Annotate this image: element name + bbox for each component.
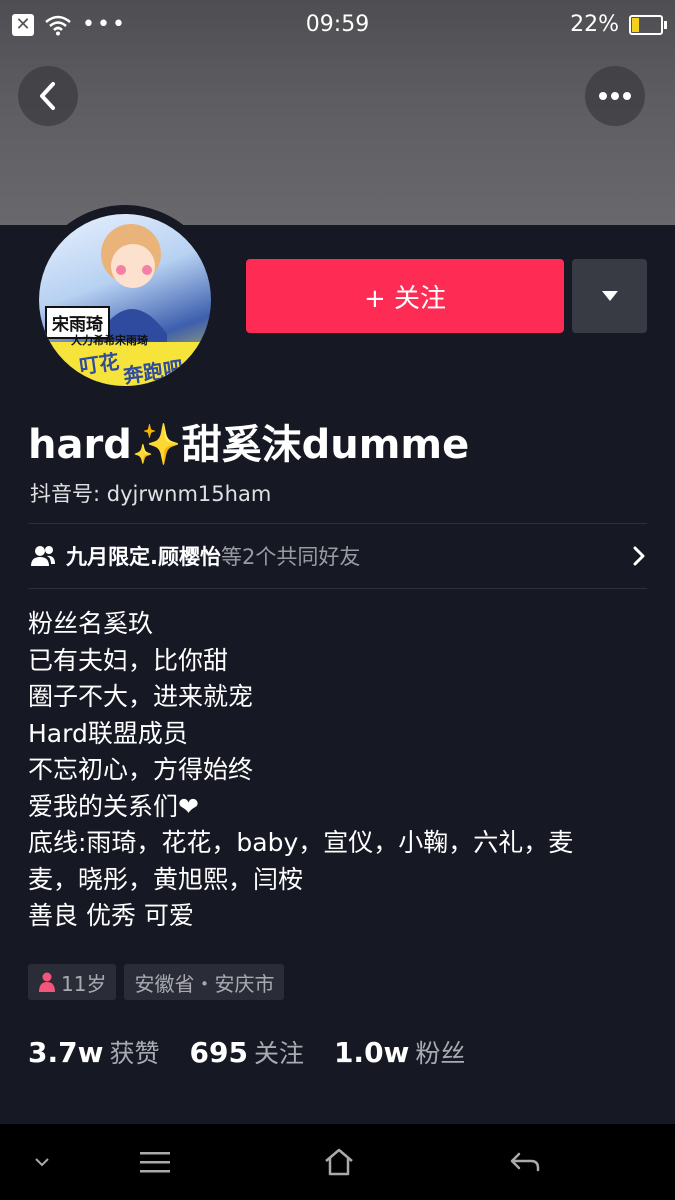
mutual-friends-row[interactable]: 九月限定.顾樱怡 等2个共同好友	[30, 538, 647, 574]
age-tag: 11岁	[28, 964, 117, 1000]
followers-stat[interactable]: 1.0w 粉丝	[334, 1034, 465, 1070]
profile-tags: 11岁 安徽省・安庆市	[28, 964, 285, 1000]
avatar[interactable]: 宋雨琦 大力希希宋雨琦 叮花 奔跑吧	[30, 205, 220, 395]
nav-hide-button[interactable]	[22, 1124, 62, 1200]
likes-stat: 3.7w 获赞	[28, 1034, 159, 1070]
divider	[28, 523, 647, 524]
battery-percent: 22%	[570, 12, 619, 37]
follow-button-label: + 关注	[363, 283, 447, 314]
follow-button[interactable]: + 关注	[246, 259, 564, 333]
bio-line: 不忘初心，方得始终	[28, 755, 254, 784]
following-stat[interactable]: 695 关注	[189, 1034, 303, 1070]
location-tag-label: 安徽省・安庆市	[134, 971, 275, 996]
battery-icon	[629, 14, 667, 35]
status-bar: ✕ ••• 09:59 22%	[0, 0, 675, 50]
followers-count: 1.0w	[333, 1036, 410, 1069]
back-arrow-icon	[510, 1152, 540, 1172]
avatar-slogan-left: 叮花	[77, 349, 121, 379]
age-tag-label: 11岁	[61, 971, 107, 996]
bio-text: 粉丝名奚玖 已有夫妇，比你甜 圈子不大，进来就宠 Hard联盟成员 不忘初心，方…	[28, 606, 638, 935]
nav-back-button[interactable]	[500, 1124, 550, 1200]
menu-icon	[140, 1152, 170, 1173]
bio-line: 麦，晓彤，黄旭熙，闫桉	[28, 864, 304, 894]
nav-menu-button[interactable]	[130, 1124, 180, 1200]
more-horizontal-icon	[599, 92, 631, 100]
profile-stats: 3.7w 获赞 695 关注 1.0w 粉丝	[28, 1034, 495, 1070]
avatar-image: 宋雨琦 大力希希宋雨琦 叮花 奔跑吧	[39, 214, 211, 386]
location-tag: 安徽省・安庆市	[124, 964, 285, 1000]
more-button[interactable]	[585, 66, 645, 126]
caret-down-icon	[601, 291, 618, 301]
chevron-left-icon	[40, 82, 55, 110]
chevron-down-icon	[35, 1158, 49, 1167]
bio-line: 底线:雨琦，花花，baby，宣仪，小鞠，六礼，麦	[28, 828, 574, 857]
nav-home-button[interactable]	[314, 1124, 364, 1200]
following-count: 695	[189, 1036, 248, 1069]
back-button[interactable]	[18, 66, 78, 126]
profile-header-banner: ✕ ••• 09:59 22%	[0, 0, 675, 225]
likes-count: 3.7w	[28, 1036, 104, 1069]
douyin-id: 抖音号: dyjrwnm15ham	[30, 482, 272, 506]
chevron-right-icon	[633, 546, 645, 566]
bio-line: 圈子不大，进来就宠	[28, 682, 254, 711]
bio-line: 爱我的关系们❤	[28, 791, 199, 821]
divider	[28, 588, 647, 589]
likes-label: 获赞	[109, 1039, 160, 1068]
female-user-icon	[39, 972, 55, 992]
mutual-friend-suffix: 等2个共同好友	[220, 545, 361, 569]
users-icon	[31, 546, 55, 566]
following-label: 关注	[253, 1039, 304, 1068]
followers-label: 粉丝	[415, 1039, 466, 1068]
bio-line: 粉丝名奚玖	[28, 609, 154, 638]
mutual-friend-name: 九月限定.顾樱怡	[66, 545, 221, 569]
bio-line: Hard联盟成员	[28, 718, 188, 748]
recommend-dropdown-button[interactable]	[572, 259, 647, 333]
profile-username: hard✨甜奚沫dumme	[28, 422, 470, 468]
home-icon	[325, 1148, 353, 1176]
system-nav-bar	[0, 1124, 675, 1200]
bio-line: 善良 优秀 可爱	[28, 901, 194, 930]
bio-line: 已有夫妇，比你甜	[28, 645, 229, 675]
